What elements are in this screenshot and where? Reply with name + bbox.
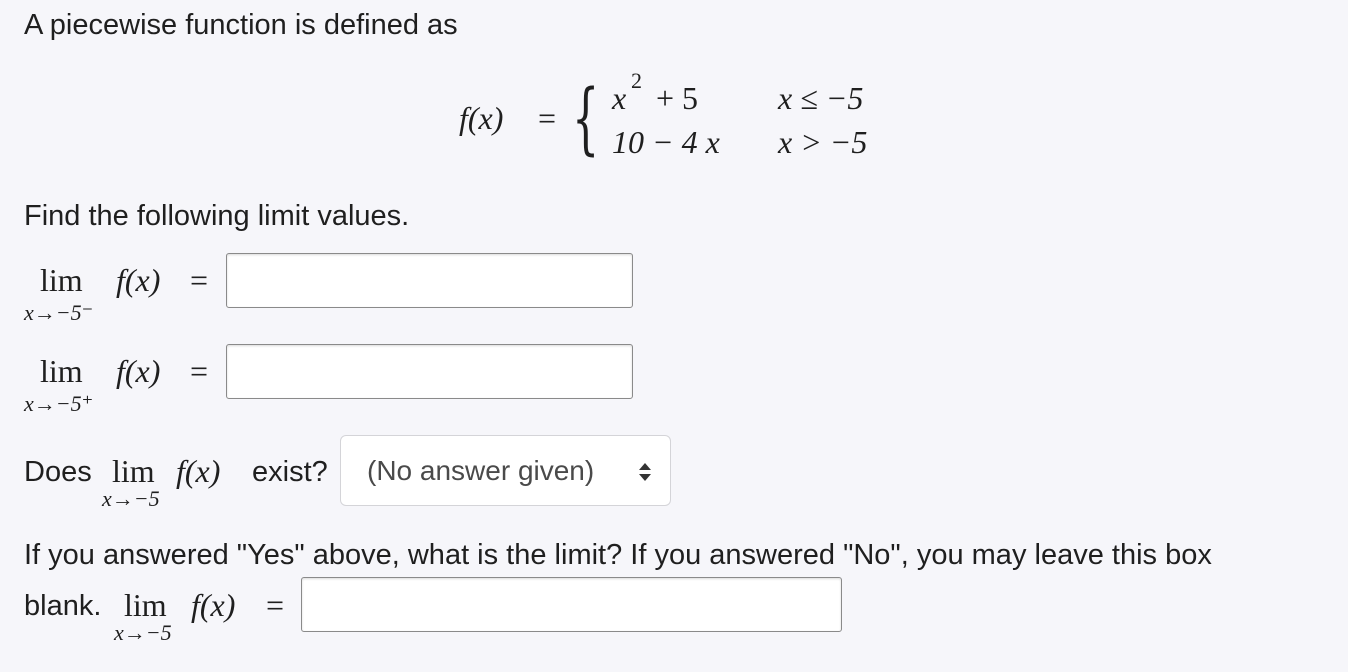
left-limit-input[interactable] bbox=[226, 253, 633, 308]
lim-subscript: x→−5 bbox=[102, 486, 160, 511]
right-limit-input[interactable] bbox=[226, 344, 633, 399]
blank-label: blank. bbox=[24, 590, 102, 622]
lim-label: lim bbox=[40, 353, 83, 389]
prompt-text: Find the following limit values. bbox=[24, 200, 410, 232]
case1-expression-base: x bbox=[612, 80, 627, 116]
limit-value-input[interactable] bbox=[301, 577, 842, 632]
equals-sign: = bbox=[538, 100, 557, 136]
equals-sign: = bbox=[190, 262, 209, 298]
function-name: f(x) bbox=[459, 100, 504, 136]
exist-label: exist? bbox=[252, 456, 328, 488]
function-label: f(x) bbox=[116, 262, 161, 298]
left-brace-icon: { bbox=[572, 74, 600, 164]
exists-select-value: (No answer given) bbox=[367, 454, 595, 486]
function-label: f(x) bbox=[116, 353, 161, 389]
function-label: f(x) bbox=[176, 453, 221, 489]
equals-sign: = bbox=[190, 353, 209, 389]
lim-subscript: x→−5⁻ bbox=[24, 300, 94, 325]
case2-expression: 10 − 4 x bbox=[612, 124, 720, 160]
equals-sign: = bbox=[266, 587, 285, 623]
case1-expression-rest: + 5 bbox=[656, 80, 699, 116]
lim-label: lim bbox=[40, 262, 83, 298]
lim-label: lim bbox=[112, 453, 155, 489]
lim-label: lim bbox=[124, 587, 167, 623]
function-label: f(x) bbox=[191, 587, 236, 623]
intro-text: A piecewise function is defined as bbox=[24, 9, 458, 41]
limit-instruction-text: If you answered "Yes" above, what is the… bbox=[24, 539, 1212, 571]
lim-subscript: x→−5 bbox=[114, 620, 172, 645]
updown-chevron-icon bbox=[639, 463, 651, 481]
case1-expression-exponent: 2 bbox=[631, 68, 642, 93]
does-label: Does bbox=[24, 456, 92, 488]
exists-select[interactable]: (No answer given) bbox=[340, 435, 671, 506]
case1-condition: x ≤ −5 bbox=[778, 80, 864, 116]
case2-condition: x > −5 bbox=[778, 124, 868, 160]
lim-subscript: x→−5⁺ bbox=[24, 391, 94, 416]
